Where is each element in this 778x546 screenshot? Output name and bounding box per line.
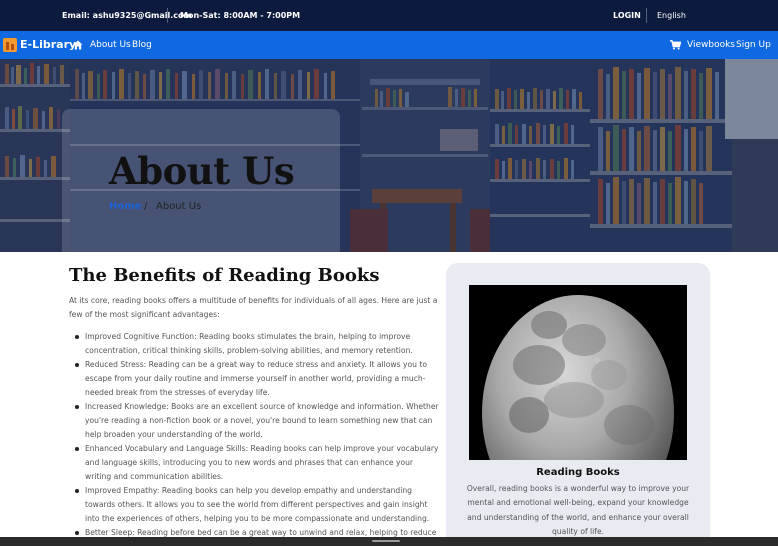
benefits-list: Improved Cognitive Function: Reading boo…: [69, 330, 439, 540]
scroll-handle[interactable]: [372, 540, 400, 542]
list-item: Improved Cognitive Function: Reading boo…: [69, 330, 439, 358]
moon-image: [469, 285, 687, 460]
top-info-bar: Email: ashu9325@Gmail.com Mon-Sat: 8:00A…: [0, 0, 778, 31]
business-hours: Mon-Sat: 8:00AM - 7:00PM: [180, 11, 301, 20]
contact-email[interactable]: Email: ashu9325@Gmail.com: [62, 11, 192, 20]
home-icon[interactable]: [73, 40, 83, 50]
language-select[interactable]: English: [657, 11, 686, 20]
nav-blog[interactable]: Blog: [132, 40, 152, 50]
card-title: Reading Books: [536, 467, 620, 478]
divider: [167, 8, 168, 23]
cart-icon[interactable]: [670, 40, 681, 50]
list-item: Enhanced Vocabulary and Language Skills:…: [69, 442, 439, 484]
list-item: Increased Knowledge: Books are an excell…: [69, 400, 439, 442]
nav-sign-up[interactable]: Sign Up: [736, 40, 771, 50]
list-item: Improved Empathy: Reading books can help…: [69, 484, 439, 526]
page-title: About Us: [109, 149, 295, 193]
divider: [646, 8, 647, 23]
library-logo-icon[interactable]: [3, 38, 17, 52]
brand-name[interactable]: E-Library: [20, 38, 76, 51]
login-link[interactable]: LOGIN: [613, 11, 641, 20]
main-navbar: E-Library About Us Blog Viewbooks Sign U…: [0, 31, 778, 59]
intro-paragraph: At its core, reading books offers a mult…: [69, 296, 438, 319]
breadcrumb-current: About Us: [156, 201, 202, 212]
nav-about-us[interactable]: About Us: [90, 40, 131, 50]
bottom-scroll-bar: [0, 537, 778, 546]
card-text: Overall, reading books is a wonderful wa…: [466, 484, 690, 536]
hero-banner: About Us Home / About Us: [0, 59, 778, 252]
breadcrumb-separator: /: [144, 201, 148, 212]
nav-viewbooks[interactable]: Viewbooks: [687, 40, 735, 50]
reading-books-card: Reading Books Overall, reading books is …: [446, 263, 710, 546]
breadcrumb-home-link[interactable]: Home: [109, 201, 141, 212]
list-item: Reduced Stress: Reading can be a great w…: [69, 358, 439, 400]
benefits-heading: The Benefits of Reading Books: [69, 265, 380, 286]
